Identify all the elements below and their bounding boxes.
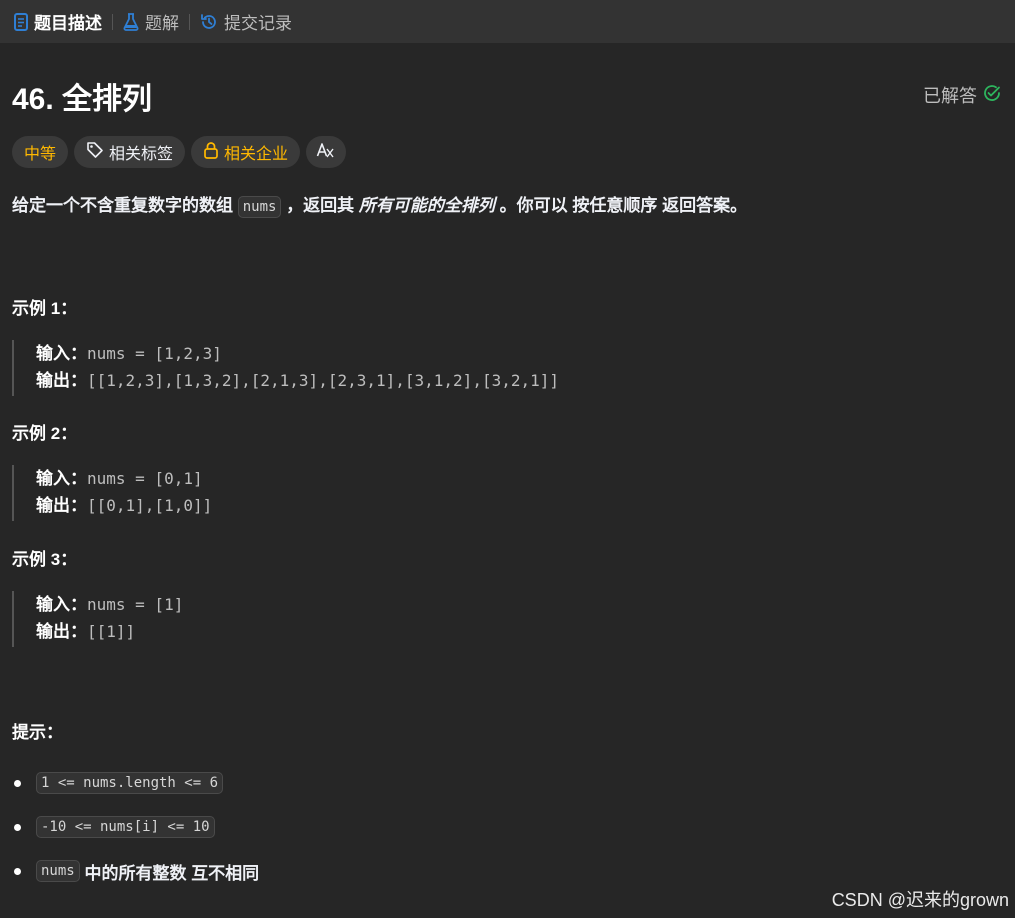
tab-bar: 题目描述 题解 提交记录 <box>0 0 1015 43</box>
constraints-list: 1 <= nums.length <= 6 -10 <= nums[i] <= … <box>12 768 259 900</box>
output-label: 输出： <box>36 622 87 641</box>
difficulty-badge[interactable]: 中等 <box>12 136 69 168</box>
solved-status: 已解答 <box>923 82 1001 108</box>
example-title: 示例 2： <box>12 424 78 443</box>
output-label: 输出： <box>36 496 87 515</box>
constraints-title: 提示： <box>12 723 63 742</box>
example-output: 输出：[[0,1],[1,0]] <box>36 492 212 519</box>
solved-status-label: 已解答 <box>923 86 977 106</box>
constraint-item: nums 中的所有整数 互不相同 <box>12 856 259 886</box>
document-icon <box>14 12 28 31</box>
check-circle-icon <box>983 84 1001 107</box>
input-label: 输入： <box>36 595 87 614</box>
output-value: [[1]] <box>87 622 136 641</box>
related-tags-label: 相关标签 <box>109 146 174 163</box>
desc-part: ，返回其 <box>286 196 355 215</box>
example-input: 输入：nums = [1,2,3] <box>36 340 559 367</box>
example-input: 输入：nums = [1] <box>36 591 183 618</box>
example-title: 示例 3： <box>12 550 78 569</box>
desc-part: 给定一个不含重复数字的数组 <box>12 196 233 215</box>
desc-part: 。你可以 <box>499 196 568 215</box>
example-block: 输入：nums = [0,1] 输出：[[0,1],[1,0]] <box>12 465 212 521</box>
bullet-icon <box>14 779 21 787</box>
tab-solutions[interactable]: 题解 <box>117 0 185 43</box>
translate-button[interactable] <box>306 136 347 168</box>
output-label: 输出： <box>36 371 87 390</box>
constraint-item: 1 <= nums.length <= 6 <box>12 768 259 798</box>
constraint-code: 1 <= nums.length <= 6 <box>36 772 224 794</box>
tab-submissions[interactable]: 提交记录 <box>194 0 298 43</box>
example-block: 输入：nums = [1,2,3] 输出：[[1,2,3],[1,3,2],[2… <box>12 340 559 396</box>
input-value: nums = [1] <box>87 595 184 614</box>
input-label: 输入： <box>36 344 87 363</box>
tab-description[interactable]: 题目描述 <box>8 0 108 43</box>
lock-icon <box>203 141 219 164</box>
tab-description-label: 题目描述 <box>34 14 102 33</box>
input-value: nums = [1,2,3] <box>87 344 222 363</box>
input-label: 输入： <box>36 469 87 488</box>
tab-divider <box>189 13 190 30</box>
constraint-code: -10 <= nums[i] <= 10 <box>36 816 215 838</box>
bullet-icon <box>14 867 21 875</box>
bullet-icon <box>14 823 21 831</box>
related-companies-label: 相关企业 <box>224 146 289 163</box>
desc-emphasis: 所有可能的全排列 <box>358 196 495 215</box>
translate-icon <box>316 141 336 164</box>
constraint-strong: 互不相同 <box>191 863 260 883</box>
desc-strong: 按任意顺序 <box>572 196 658 215</box>
output-value: [[0,1],[1,0]] <box>87 496 213 515</box>
tab-divider <box>112 13 113 30</box>
history-icon <box>200 13 218 31</box>
constraint-code: nums <box>36 860 80 882</box>
desc-part: 返回答案。 <box>662 196 748 215</box>
example-output: 输出：[[1]] <box>36 618 183 645</box>
flask-icon <box>123 12 139 31</box>
problem-tags: 中等 相关标签 相关企业 <box>12 136 347 168</box>
example-output: 输出：[[1,2,3],[1,3,2],[2,1,3],[2,3,1],[3,1… <box>36 367 559 394</box>
constraint-text: 中的所有整数 <box>84 863 187 883</box>
problem-title: 46. 全排列 <box>12 83 153 116</box>
example-title: 示例 1： <box>12 299 78 318</box>
problem-description: 给定一个不含重复数字的数组 nums ，返回其 所有可能的全排列 。你可以 按任… <box>12 192 1002 221</box>
inline-code: nums <box>237 196 282 218</box>
input-value: nums = [0,1] <box>87 469 203 488</box>
tag-icon <box>86 141 104 164</box>
example-block: 输入：nums = [1] 输出：[[1]] <box>12 591 183 647</box>
output-value: [[1,2,3],[1,3,2],[2,1,3],[2,3,1],[3,1,2]… <box>87 371 560 390</box>
example-input: 输入：nums = [0,1] <box>36 465 212 492</box>
related-tags-button[interactable]: 相关标签 <box>74 136 186 168</box>
constraint-item: -10 <= nums[i] <= 10 <box>12 812 259 842</box>
related-companies-button[interactable]: 相关企业 <box>191 136 301 168</box>
tab-submissions-label: 提交记录 <box>224 14 292 33</box>
watermark: CSDN @迟来的grown <box>831 890 1009 910</box>
tab-solutions-label: 题解 <box>145 14 179 33</box>
